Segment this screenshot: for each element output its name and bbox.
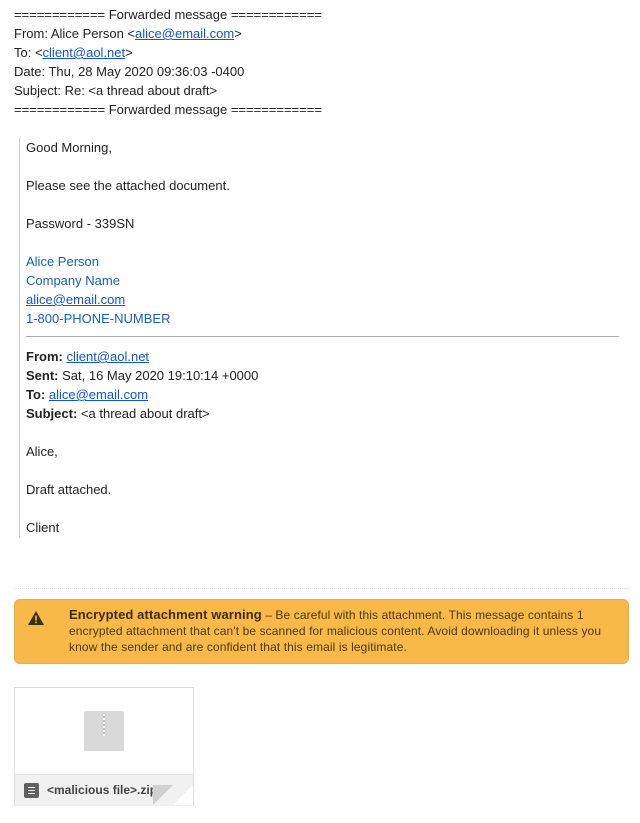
original-body: Draft attached. <box>26 482 112 497</box>
original-subject-value: <a thread about draft> <box>80 406 210 421</box>
attachments-divider <box>14 588 629 589</box>
forward-from-suffix: > <box>234 26 242 41</box>
signature-phone: 1-800-PHONE-NUMBER <box>26 311 171 326</box>
original-sent-label: Sent: <box>26 368 59 383</box>
forward-separator-top: ============ Forwarded message =========… <box>14 7 322 22</box>
original-from-label: From: <box>26 349 63 364</box>
original-signoff: Client <box>26 520 60 535</box>
reply-body: Please see the attached document. <box>26 178 230 193</box>
original-sent-value: Sat, 16 May 2020 19:10:14 +0000 <box>62 368 259 383</box>
zip-archive-icon <box>84 711 124 751</box>
reply-greeting: Good Morning, <box>26 140 112 155</box>
original-from-link[interactable]: client@aol.net <box>66 349 149 364</box>
original-to-link[interactable]: alice@email.com <box>49 387 148 402</box>
forward-to-prefix: To: < <box>14 45 43 60</box>
forwarded-header: ============ Forwarded message =========… <box>14 5 322 119</box>
signature-email-link[interactable]: alice@email.com <box>26 292 125 307</box>
attachment-card[interactable]: <malicious file>.zip <box>14 687 194 806</box>
forward-separator-bottom: ============ Forwarded message =========… <box>14 102 322 117</box>
page-fold-corner <box>173 785 193 805</box>
signature-name: Alice Person <box>26 254 99 269</box>
warning-triangle-icon <box>28 611 44 625</box>
reply-password: Password - 339SN <box>26 216 135 231</box>
quoted-message: Good Morning, Please see the attached do… <box>19 138 619 538</box>
original-sent-line: Sent: Sat, 16 May 2020 19:10:14 +0000 <box>26 366 619 385</box>
forward-to-line: To: <client@aol.net> <box>14 43 322 62</box>
forward-subject-line: Subject: Re: <a thread about draft> <box>14 83 218 98</box>
forward-from-email-link[interactable]: alice@email.com <box>135 26 234 41</box>
original-from-line: From: client@aol.net <box>26 347 619 366</box>
original-to-line: To: alice@email.com <box>26 385 619 404</box>
attachment-preview[interactable] <box>15 688 193 774</box>
attachment-filename: <malicious file>.zip <box>47 783 158 797</box>
quote-divider <box>26 336 619 337</box>
warning-title: Encrypted attachment warning <box>69 607 262 622</box>
forward-date-line: Date: Thu, 28 May 2020 09:36:03 -0400 <box>14 64 245 79</box>
signature-company: Company Name <box>26 273 120 288</box>
original-subject-label: Subject: <box>26 406 78 421</box>
forward-from-line: From: Alice Person <alice@email.com> <box>14 24 322 43</box>
warning-text: Encrypted attachment warning – Be carefu… <box>69 607 609 655</box>
forward-to-suffix: > <box>125 45 133 60</box>
original-subject-line: Subject: <a thread about draft> <box>26 404 619 423</box>
forward-from-prefix: From: Alice Person < <box>14 26 136 41</box>
document-icon <box>24 783 39 798</box>
encrypted-attachment-warning: Encrypted attachment warning – Be carefu… <box>14 599 629 664</box>
page-fold-shade <box>153 785 173 805</box>
forward-to-email-link[interactable]: client@aol.net <box>43 45 126 60</box>
original-to-label: To: <box>26 387 46 402</box>
original-salutation: Alice, <box>26 444 58 459</box>
